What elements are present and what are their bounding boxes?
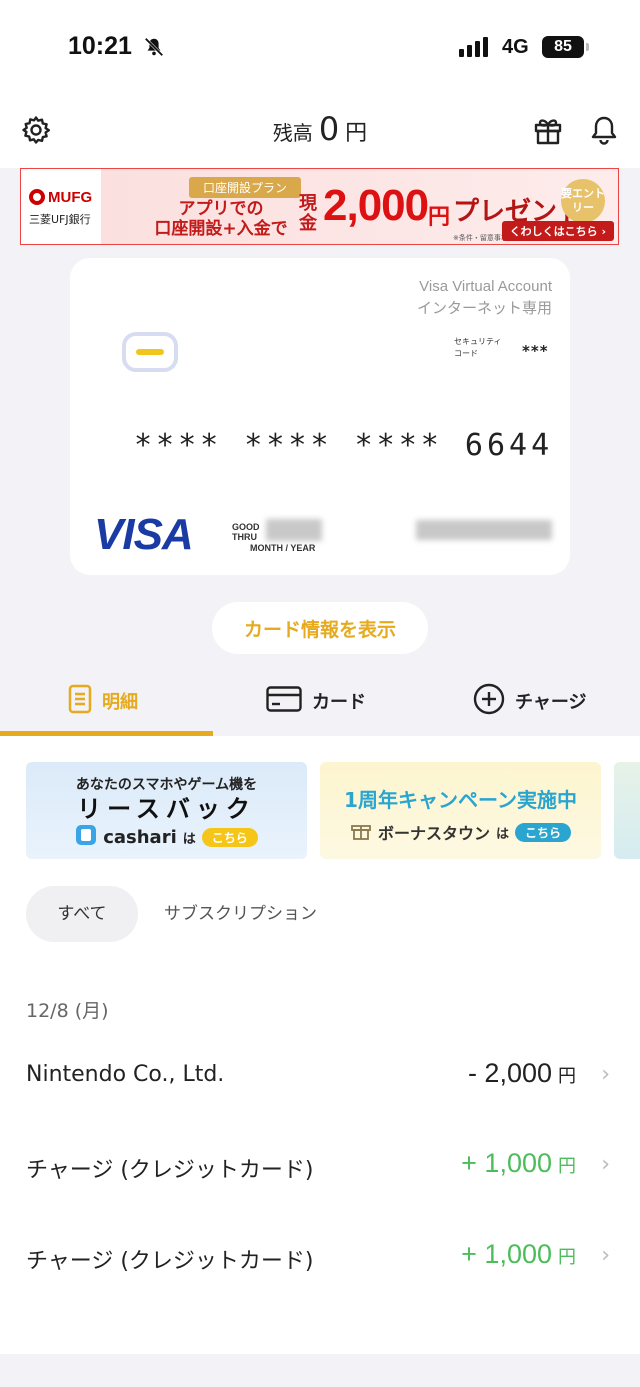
promo-bonus-particle: は (495, 826, 509, 842)
network-type: 4G (502, 36, 529, 58)
tab-charge-label: チャージ (515, 692, 587, 713)
status-time: 10:21 (68, 32, 132, 60)
banner-details-link[interactable]: くわしくはこちら › (501, 221, 614, 241)
show-card-info-button[interactable]: カード情報を表示 (212, 602, 428, 654)
virtual-card[interactable]: Visa Virtual Account インターネット専用 セキュリティ コー… (70, 258, 570, 575)
promo-cashari-link[interactable]: こちら (201, 828, 258, 847)
transaction-amount: + 1,000 円 (461, 1148, 576, 1178)
bell-muted-icon (143, 36, 165, 62)
transaction-name: チャージ (クレジットカード) (26, 1249, 314, 1274)
banner-tag: 口座開設プラン (189, 177, 302, 198)
card-number: **** **** **** 6644 (134, 428, 554, 463)
signal-icon (459, 37, 488, 57)
transaction-row[interactable]: チャージ (クレジットカード) + 1,000 円 › (0, 1138, 640, 1198)
promo-next-partial[interactable] (614, 762, 640, 859)
promo-cashari-subtitle: あなたのスマホやゲーム機を (75, 777, 258, 793)
card-type: Visa Virtual Account インターネット専用 (416, 278, 552, 317)
tab-statement[interactable]: 明細 (68, 666, 138, 736)
promo-cashari-particle: は (182, 832, 196, 847)
gift-box-icon (350, 819, 372, 845)
chevron-right-icon: › (601, 1152, 610, 1177)
transaction-amount: + 1,000 円 (461, 1239, 576, 1269)
chevron-right-icon: › (601, 1243, 610, 1268)
status-bar: 10:21 4G 85 (0, 0, 640, 96)
battery-indicator: 85 (542, 36, 589, 58)
transaction-amount: - 2,000 円 (467, 1058, 576, 1088)
bank-name: 三菱UFJ銀行 (29, 213, 91, 226)
gift-icon[interactable] (532, 114, 564, 150)
promo-bonus-link[interactable]: こちら (515, 822, 572, 842)
card-icon (266, 685, 302, 717)
mufg-logo: MUFG (29, 189, 92, 206)
cardholder-masked (416, 520, 552, 540)
transaction-row[interactable]: Nintendo Co., Ltd. - 2,000 円 › (0, 1048, 640, 1108)
good-thru-label: GOOD THRU (232, 522, 260, 542)
banner-main-text: アプリでの 口座開設+入金で (154, 199, 288, 239)
plus-circle-icon (473, 683, 505, 720)
security-code-label: セキュリティ コード (454, 337, 502, 358)
notification-bell-icon[interactable] (588, 114, 620, 150)
promo-bonus-town[interactable]: 1周年キャンペーン実施中 ボーナスタウン は こちら (320, 762, 601, 859)
mufg-promo-banner[interactable]: MUFG 三菱UFJ銀行 口座開設プラン アプリでの 口座開設+入金で 現金 2… (20, 168, 619, 245)
chevron-right-icon: › (601, 1062, 610, 1087)
transaction-name: Nintendo Co., Ltd. (26, 1062, 225, 1087)
balance-currency: 円 (345, 121, 368, 146)
app-header: 残高 0 円 (0, 96, 640, 168)
filter-subscription-chip[interactable]: サブスクリプション (164, 886, 317, 942)
expiry-masked (266, 519, 322, 541)
promo-cashari-cta: cashari は こちら (26, 824, 307, 851)
banner-currency: 円 (428, 205, 451, 230)
security-code-value: *** (522, 342, 549, 360)
tab-statement-label: 明細 (102, 692, 138, 713)
tab-card[interactable]: カード (266, 666, 366, 736)
tab-bar: 明細 カード チャージ (0, 666, 640, 736)
active-tab-indicator (0, 731, 213, 736)
filter-all-chip[interactable]: すべて (26, 886, 138, 942)
banner-amount: 2,000 (323, 181, 429, 230)
transaction-name: チャージ (クレジットカード) (26, 1158, 314, 1183)
cashari-logo-icon (75, 824, 97, 851)
tab-card-label: カード (312, 692, 366, 713)
cashari-brand: cashari (103, 827, 177, 848)
card-chip-icon (122, 332, 178, 372)
document-icon (68, 684, 92, 719)
promo-cashari[interactable]: あなたのスマホやゲーム機を リースバック cashari は こちら (26, 762, 307, 859)
visa-logo: VISA (94, 510, 194, 559)
date-header: 12/8 (月) (26, 1000, 109, 1022)
balance-label: 残高 (272, 121, 313, 145)
promo-campaign-title: 1周年キャンペーン実施中 (344, 788, 577, 812)
entry-badge: 要エントリー (561, 179, 605, 223)
balance-value: 0 (318, 110, 340, 148)
promo-bonus-cta: ボーナスタウン は こちら (320, 819, 601, 845)
banner-cash-label: 現金 (299, 193, 317, 234)
month-year-label: MONTH / YEAR (250, 543, 316, 553)
transaction-row[interactable]: チャージ (クレジットカード) + 1,000 円 › (0, 1229, 640, 1289)
promo-cashari-title: リースバック (77, 795, 256, 823)
tab-charge[interactable]: チャージ (473, 666, 586, 736)
bottom-divider (0, 1354, 640, 1387)
bonus-town-brand: ボーナスタウン (377, 824, 490, 843)
